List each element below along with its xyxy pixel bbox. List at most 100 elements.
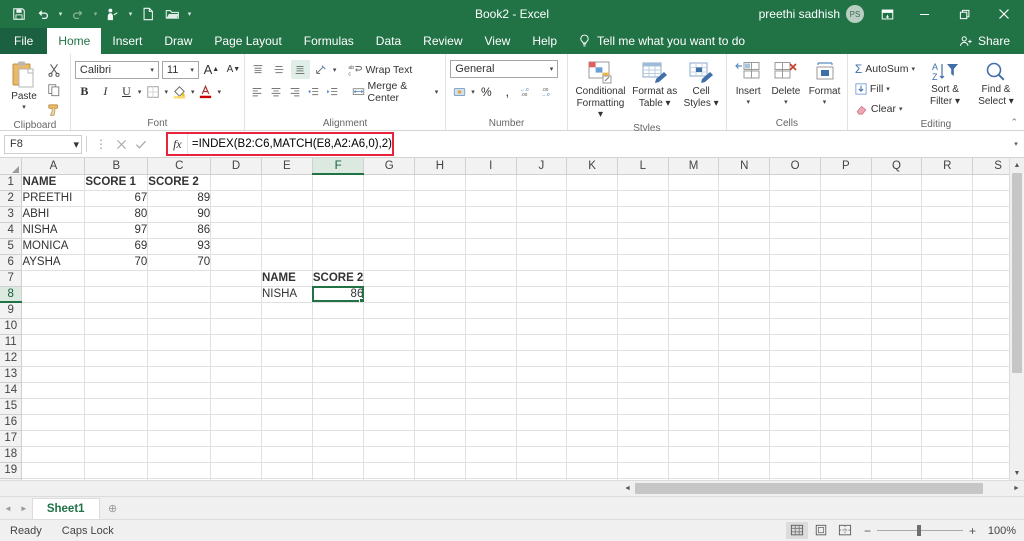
decrease-indent-icon[interactable] <box>305 82 322 101</box>
fill-color-icon[interactable] <box>170 82 189 101</box>
cell-o6[interactable] <box>769 254 821 271</box>
cell-l16[interactable] <box>617 414 669 431</box>
cell-d5[interactable] <box>210 238 262 255</box>
cell-o20[interactable] <box>769 478 821 480</box>
column-header-i[interactable]: I <box>465 158 517 175</box>
cell-n1[interactable] <box>718 174 771 191</box>
cell-d13[interactable] <box>210 366 262 383</box>
column-header-o[interactable]: O <box>769 158 821 175</box>
cell-i8[interactable] <box>465 286 517 303</box>
column-header-b[interactable]: B <box>84 158 149 175</box>
cell-h10[interactable] <box>414 318 466 335</box>
format-cells-dropdown-icon[interactable]: ▾ <box>823 98 827 106</box>
cell-c15[interactable] <box>147 398 212 415</box>
cell-p17[interactable] <box>820 430 872 447</box>
cell-k7[interactable] <box>566 270 618 287</box>
cell-g3[interactable] <box>363 206 416 223</box>
cell-e5[interactable] <box>261 238 313 255</box>
cell-n18[interactable] <box>718 446 771 463</box>
cell-i11[interactable] <box>465 334 517 351</box>
cell-e16[interactable] <box>261 414 313 431</box>
cell-g2[interactable] <box>363 190 416 207</box>
cell-e18[interactable] <box>261 446 313 463</box>
cell-r13[interactable] <box>921 366 974 383</box>
zoom-out-button[interactable]: − <box>864 524 871 538</box>
cell-d20[interactable] <box>210 478 262 480</box>
tab-draw[interactable]: Draw <box>153 28 203 54</box>
horizontal-scroll-track[interactable] <box>635 481 1009 496</box>
cell-o15[interactable] <box>769 398 821 415</box>
column-header-j[interactable]: J <box>516 158 568 175</box>
cell-j17[interactable] <box>516 430 568 447</box>
insert-cells-dropdown-icon[interactable]: ▾ <box>746 98 750 106</box>
cell-g7[interactable] <box>363 270 416 287</box>
font-color-dropdown-icon[interactable]: ▾ <box>217 88 221 96</box>
conditional-formatting-button[interactable]: Conditional Formatting ▾ <box>572 59 629 122</box>
cell-q9[interactable] <box>871 302 923 319</box>
cell-o7[interactable] <box>769 270 821 287</box>
cell-m18[interactable] <box>668 446 720 463</box>
cell-c1[interactable]: SCORE 2 <box>147 174 212 191</box>
cell-g6[interactable] <box>363 254 416 271</box>
cell-r19[interactable] <box>921 462 974 479</box>
page-layout-view-button[interactable] <box>810 522 832 539</box>
cell-k17[interactable] <box>566 430 618 447</box>
cell-e11[interactable] <box>261 334 313 351</box>
row-header-6[interactable]: 6 <box>0 254 23 271</box>
save-icon[interactable] <box>8 3 30 25</box>
restore-button[interactable] <box>944 0 984 28</box>
cell-j20[interactable] <box>516 478 568 480</box>
align-top-icon[interactable] <box>249 60 268 79</box>
column-header-h[interactable]: H <box>414 158 466 175</box>
more-options-icon[interactable]: ⋮ <box>91 134 111 154</box>
cell-f10[interactable] <box>312 318 365 335</box>
cell-r7[interactable] <box>921 270 974 287</box>
cell-a10[interactable] <box>21 318 86 335</box>
row-header-15[interactable]: 15 <box>0 398 23 415</box>
borders-dropdown-icon[interactable]: ▾ <box>164 88 168 96</box>
cancel-icon[interactable] <box>111 134 131 154</box>
cell-d16[interactable] <box>210 414 262 431</box>
insert-function-icon[interactable]: fx <box>168 134 187 154</box>
column-header-a[interactable]: A <box>21 158 86 175</box>
cell-f18[interactable] <box>312 446 365 463</box>
cell-n4[interactable] <box>718 222 771 239</box>
cell-h20[interactable] <box>414 478 466 480</box>
tab-help[interactable]: Help <box>521 28 568 54</box>
cell-p5[interactable] <box>820 238 872 255</box>
bold-button[interactable]: B <box>75 82 94 101</box>
column-header-n[interactable]: N <box>718 158 771 175</box>
row-header-18[interactable]: 18 <box>0 446 23 463</box>
column-header-g[interactable]: G <box>363 158 416 175</box>
merge-center-dropdown-icon[interactable]: ▾ <box>435 88 439 96</box>
qat-customize-icon[interactable]: ▾ <box>185 3 194 25</box>
cell-c7[interactable] <box>147 270 212 287</box>
cell-p1[interactable] <box>820 174 872 191</box>
cell-e14[interactable] <box>261 382 313 399</box>
cell-e7[interactable]: NAME <box>261 270 313 287</box>
cell-e3[interactable] <box>261 206 313 223</box>
row-header-12[interactable]: 12 <box>0 350 23 367</box>
cell-l19[interactable] <box>617 462 669 479</box>
cell-q10[interactable] <box>871 318 923 335</box>
cell-c17[interactable] <box>147 430 212 447</box>
cell-c20[interactable] <box>147 478 212 480</box>
cell-b5[interactable]: 69 <box>84 238 149 255</box>
increase-indent-icon[interactable] <box>324 82 341 101</box>
cell-d15[interactable] <box>210 398 262 415</box>
cell-n17[interactable] <box>718 430 771 447</box>
row-header-16[interactable]: 16 <box>0 414 23 431</box>
underline-dropdown-icon[interactable]: ▾ <box>138 88 142 96</box>
cell-l13[interactable] <box>617 366 669 383</box>
zoom-in-button[interactable]: + <box>969 524 976 538</box>
font-size-dropdown-icon[interactable]: ▾ <box>188 66 196 74</box>
cell-q18[interactable] <box>871 446 923 463</box>
cell-a9[interactable] <box>21 302 86 319</box>
cell-n3[interactable] <box>718 206 771 223</box>
cell-c13[interactable] <box>147 366 212 383</box>
cell-i16[interactable] <box>465 414 517 431</box>
cell-f8[interactable]: 86 <box>312 286 365 303</box>
cell-q1[interactable] <box>871 174 923 191</box>
underline-button[interactable]: U <box>117 82 136 101</box>
cell-b14[interactable] <box>84 382 149 399</box>
